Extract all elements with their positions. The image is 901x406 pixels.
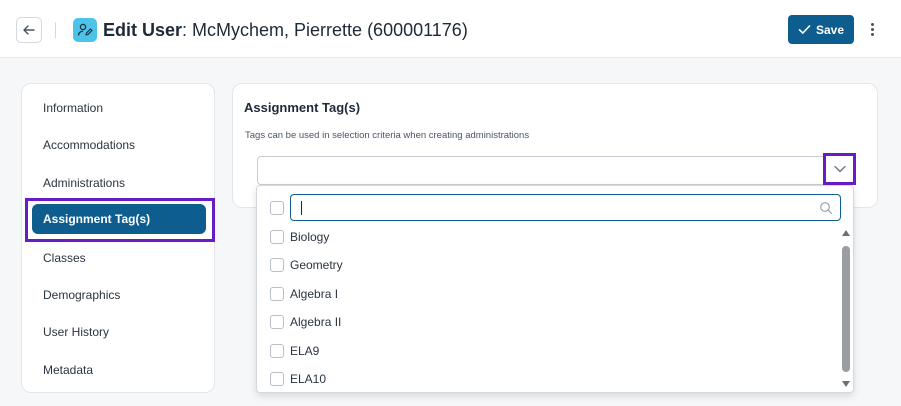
- panel-description: Tags can be used in selection criteria w…: [245, 130, 530, 141]
- option-label[interactable]: ELA9: [290, 344, 319, 358]
- option-checkbox[interactable]: [270, 287, 284, 301]
- back-button[interactable]: [16, 17, 42, 43]
- sidebar-nav: Information Accommodations Administratio…: [21, 83, 215, 393]
- option-checkbox[interactable]: [270, 258, 284, 272]
- option-label[interactable]: Algebra I: [290, 287, 338, 301]
- select-all-checkbox[interactable]: [270, 201, 284, 215]
- page-title: Edit User: McMychem, Pierrette (60000117…: [103, 19, 468, 41]
- sidebar-item-information[interactable]: Information: [43, 101, 103, 115]
- page-header: Edit User: McMychem, Pierrette (60000117…: [0, 0, 901, 58]
- chevron-down-icon: [833, 165, 846, 173]
- sidebar-item-user-history[interactable]: User History: [43, 325, 109, 339]
- option-label[interactable]: Geometry: [290, 258, 343, 272]
- panel-title: Assignment Tag(s): [244, 100, 361, 115]
- assignment-tags-select[interactable]: [257, 156, 855, 185]
- sidebar-item-accommodations[interactable]: Accommodations: [43, 138, 135, 152]
- save-button[interactable]: Save: [788, 15, 854, 44]
- option-checkbox[interactable]: [270, 372, 284, 386]
- edit-user-icon: [73, 18, 97, 42]
- option-label[interactable]: Biology: [290, 230, 329, 244]
- sidebar-item-administrations[interactable]: Administrations: [43, 176, 125, 190]
- sidebar-item-classes[interactable]: Classes: [43, 251, 86, 265]
- page-title-user: : McMychem, Pierrette (600001176): [182, 20, 468, 40]
- header-divider: [55, 22, 56, 38]
- search-icon: [820, 202, 833, 215]
- tags-dropdown-menu: Biology Geometry Algebra I Algebra II EL…: [256, 185, 854, 393]
- option-checkbox[interactable]: [270, 344, 284, 358]
- scrollbar-thumb[interactable]: [842, 246, 850, 372]
- dropdown-toggle-button[interactable]: [823, 153, 856, 185]
- option-checkbox[interactable]: [270, 230, 284, 244]
- sidebar-item-metadata[interactable]: Metadata: [43, 363, 93, 377]
- check-icon: [798, 25, 811, 34]
- tags-search-input[interactable]: [290, 194, 841, 221]
- scroll-down-arrow-icon[interactable]: [841, 380, 851, 388]
- more-options-icon[interactable]: [864, 19, 880, 39]
- option-checkbox[interactable]: [270, 315, 284, 329]
- option-label[interactable]: Algebra II: [290, 315, 341, 329]
- scroll-up-arrow-icon[interactable]: [841, 229, 851, 237]
- sidebar-item-demographics[interactable]: Demographics: [43, 288, 120, 302]
- option-label[interactable]: ELA10: [290, 372, 326, 386]
- page-title-bold: Edit User: [103, 20, 183, 40]
- sidebar-item-assignment-tags[interactable]: Assignment Tag(s): [32, 204, 206, 234]
- text-cursor: [301, 201, 302, 215]
- save-button-label: Save: [815, 22, 845, 37]
- arrow-left-icon: [23, 25, 35, 35]
